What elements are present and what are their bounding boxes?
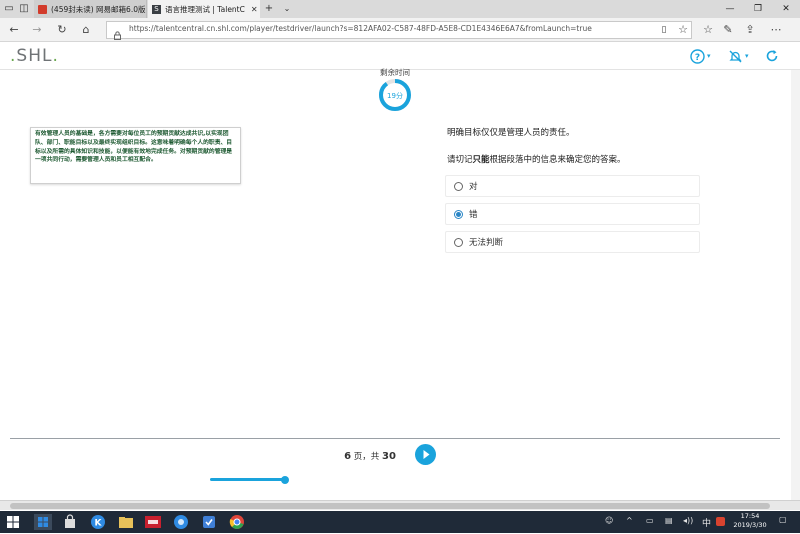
option-label: 对 [469, 182, 478, 192]
ime-indicator[interactable]: 中 [702, 516, 711, 529]
adobe-app-icon [145, 516, 161, 528]
passage-box: 有效管理人员的基础是，各方需要对每位员工的预期贡献达成共识,以实现团队、部门、职… [30, 127, 241, 184]
shl-favicon-icon: S [152, 4, 161, 14]
notes-icon[interactable]: ✎ [720, 22, 736, 38]
reload-icon [766, 50, 778, 62]
timer-ring: 19分 [378, 78, 412, 112]
taskbar-app-globe[interactable] [173, 514, 189, 530]
taskbar-app-k[interactable]: K [90, 514, 106, 530]
close-window-icon[interactable]: ✕ [772, 0, 800, 18]
taskbar-app-edge[interactable] [34, 514, 52, 530]
tick-app-icon [203, 516, 215, 528]
windows-taskbar: K [0, 511, 800, 533]
bell-off-icon [729, 50, 742, 62]
url-text: https://talentcentral.cn.shl.com/player/… [129, 24, 592, 33]
person-icon[interactable]: ☺ [605, 516, 613, 525]
svg-text:?: ? [695, 53, 700, 63]
tab-close-icon[interactable]: ✕ [245, 5, 260, 14]
chevron-down-icon: ▾ [707, 52, 711, 60]
favorites-icon[interactable]: ☆ [700, 22, 716, 38]
home-icon[interactable]: ⌂ [78, 22, 94, 38]
start-button[interactable] [6, 514, 22, 530]
notification-icon[interactable]: ▢ [779, 515, 787, 524]
clock-date: 2019/3/30 [733, 521, 767, 529]
mute-button[interactable]: ▾ [728, 47, 749, 65]
battery-icon[interactable]: ▭ [646, 516, 654, 525]
browser-nav-bar: ← → ↻ ⌂ https://talentcentral.cn.shl.com… [0, 18, 800, 42]
question-statement: 明确目标仅仅是管理人员的责任。 [447, 128, 575, 138]
store-bag-icon [65, 514, 75, 528]
browser-tab-bar: ▭ ◫ (459封未读) 网易邮箱6.0版 S 语言推理测试 | TalentC… [0, 0, 800, 18]
restore-icon[interactable]: ❐ [744, 0, 772, 18]
timer-label: 剩余时间 [380, 68, 410, 77]
tab-actions-icon[interactable]: ▭ [2, 2, 16, 16]
horizontal-scrollbar[interactable] [0, 500, 800, 510]
progress-bar [210, 478, 286, 481]
tab-aside-icon[interactable]: ◫ [17, 2, 31, 16]
globe-icon [174, 515, 188, 529]
volume-icon[interactable]: ◂)) [683, 516, 693, 525]
chrome-icon [229, 515, 244, 529]
scrollbar-thumb[interactable] [10, 503, 770, 509]
taskbar-app-tick[interactable] [201, 514, 217, 530]
back-icon[interactable]: ← [6, 22, 22, 38]
chevron-down-icon[interactable]: ⌄ [280, 2, 294, 16]
windows-logo-icon [7, 516, 19, 528]
taskbar-app-chrome[interactable] [229, 514, 245, 530]
answer-option-cannot-say[interactable]: 无法判断 [445, 231, 700, 253]
timer-value: 19分 [387, 91, 403, 100]
minimize-icon[interactable]: — [716, 0, 744, 18]
chevron-down-icon: ▾ [745, 52, 749, 60]
ime-app-icon[interactable] [716, 517, 725, 526]
new-tab-icon[interactable]: + [262, 2, 276, 16]
next-page-button[interactable] [415, 444, 436, 465]
svg-text:K: K [95, 519, 103, 529]
vertical-scrollbar[interactable] [791, 70, 800, 500]
lock-icon [114, 25, 121, 40]
question-instruction: 请切记只能根据段落中的信息来确定您的答案。 [447, 155, 626, 165]
tab-mail[interactable]: (459封未读) 网易邮箱6.0版 [34, 0, 147, 18]
address-bar[interactable]: https://talentcentral.cn.shl.com/player/… [106, 21, 692, 40]
radio-button[interactable] [454, 237, 463, 247]
favorite-star-icon[interactable]: ☆ [675, 22, 691, 38]
share-icon[interactable]: ⇪ [742, 22, 758, 38]
folder-icon [119, 517, 133, 528]
taskbar-app-store[interactable] [62, 514, 78, 530]
radio-button[interactable] [454, 181, 463, 191]
tab-talentcentral[interactable]: S 语言推理测试 | TalentC ✕ [148, 0, 260, 18]
app-header: .SHL. ? ▾ ▾ [0, 42, 800, 70]
reading-view-icon[interactable]: ▯ [656, 22, 672, 38]
reload-button[interactable] [765, 47, 779, 65]
answer-option-false[interactable]: 错 [445, 203, 700, 225]
clock-time: 17:54 [740, 512, 760, 520]
play-arrow-icon [423, 450, 430, 459]
footer-divider [10, 438, 780, 439]
radio-button-selected[interactable] [454, 209, 463, 219]
page-indicator: 6 页，共 30 [344, 451, 396, 462]
more-icon[interactable]: ⋯ [768, 22, 784, 38]
tab-talentcentral-label: 语言推理测试 | TalentC [165, 4, 245, 14]
taskbar-app-adobe[interactable] [144, 514, 162, 530]
option-label: 无法判断 [469, 238, 504, 248]
option-label: 错 [469, 210, 478, 220]
mail-icon [38, 4, 47, 14]
chevron-up-icon[interactable]: ^ [626, 516, 633, 525]
answer-option-true[interactable]: 对 [445, 175, 700, 197]
passage-text: 有效管理人员的基础是，各方需要对每位员工的预期贡献达成共识,以实现团队、部门、职… [35, 131, 233, 164]
refresh-icon[interactable]: ↻ [54, 22, 70, 38]
windows-logo-icon [38, 517, 48, 527]
k-app-icon: K [91, 515, 105, 529]
progress-knob [281, 476, 289, 484]
taskbar-app-files[interactable] [118, 514, 134, 530]
help-icon: ? [690, 48, 705, 64]
network-icon[interactable]: ▤ [665, 516, 673, 525]
forward-icon[interactable]: → [29, 22, 45, 38]
system-clock[interactable]: 17:54 2019/3/30 [728, 512, 772, 530]
help-button[interactable]: ? ▾ [690, 47, 711, 65]
tab-mail-label: (459封未读) 网易邮箱6.0版 [51, 4, 146, 14]
shl-logo: .SHL. [10, 46, 59, 66]
